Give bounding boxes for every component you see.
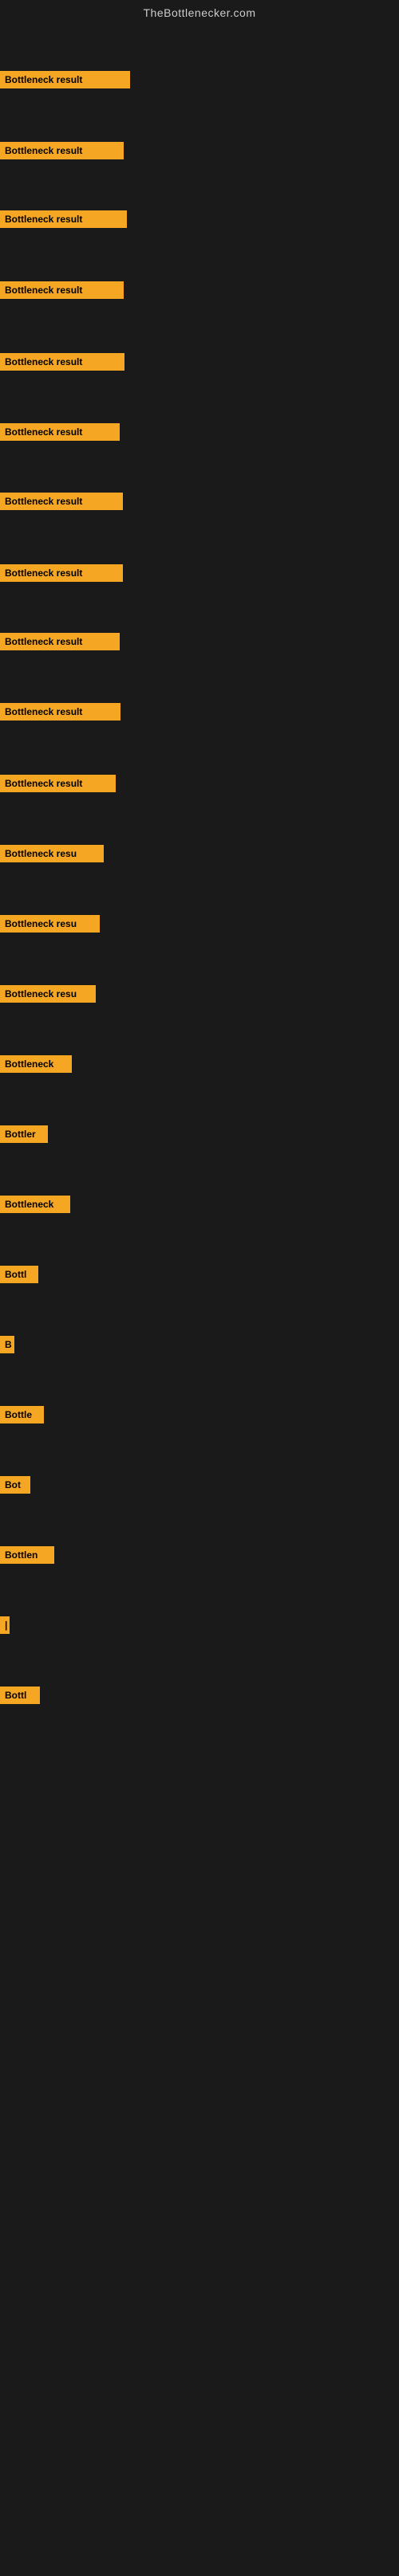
bottleneck-result-bar: Bottleneck result [0,493,123,510]
bottleneck-result-bar: Bottl [0,1266,38,1283]
bottleneck-result-bar: Bottleneck result [0,210,127,228]
bottleneck-result-bar: Bottlen [0,1546,54,1564]
bottleneck-result-bar: Bottleneck result [0,71,130,88]
bottleneck-result-bar: Bottler [0,1125,48,1143]
bottleneck-result-bar: Bottleneck result [0,281,124,299]
bottleneck-result-bar: Bottleneck result [0,353,124,371]
bottleneck-result-bar: Bottleneck resu [0,915,100,933]
bottleneck-result-bar: Bot [0,1476,30,1494]
bottleneck-result-bar: | [0,1616,10,1634]
bottleneck-result-bar: B [0,1336,14,1353]
bottleneck-result-bar: Bottleneck [0,1055,72,1073]
bottleneck-result-bar: Bottleneck resu [0,845,104,862]
bottleneck-result-bar: Bottleneck resu [0,985,96,1003]
bottleneck-result-bar: Bottleneck result [0,142,124,159]
bottleneck-result-bar: Bottleneck [0,1196,70,1213]
bottleneck-result-bar: Bottleneck result [0,423,120,441]
site-title: TheBottlenecker.com [0,0,399,26]
bottleneck-result-bar: Bottleneck result [0,775,116,792]
bottleneck-result-bar: Bottleneck result [0,633,120,650]
bottleneck-result-bar: Bottleneck result [0,564,123,582]
bottleneck-result-bar: Bottle [0,1406,44,1423]
bottleneck-result-bar: Bottleneck result [0,703,120,721]
bottleneck-result-bar: Bottl [0,1687,40,1704]
